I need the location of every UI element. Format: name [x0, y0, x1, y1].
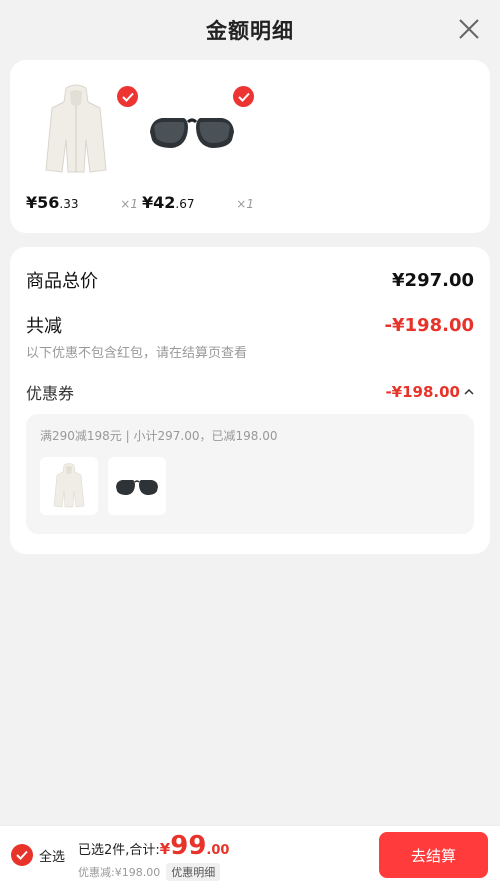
sunglasses-image [142, 80, 254, 180]
discount-amount-text: 优惠减:¥198.00 [78, 866, 161, 879]
select-all-label: 全选 [39, 849, 66, 865]
products-card: ¥56 .33 ×1 ¥42 .67 ×1 [10, 60, 490, 233]
close-icon[interactable] [458, 18, 480, 40]
product-quantity: ×1 [120, 197, 138, 211]
product-item[interactable]: ¥56 .33 ×1 [26, 80, 138, 212]
discount-hint: 以下优惠不包含红包，请在结算页查看 [26, 346, 248, 361]
check-icon[interactable] [233, 86, 254, 107]
coupon-row[interactable]: 优惠券 -¥198.00 [26, 380, 474, 404]
header: 金额明细 [0, 0, 500, 60]
total-amount: 99 [170, 831, 207, 861]
product-price: ¥42 [142, 193, 176, 212]
discount-line: 优惠减:¥198.00 优惠明细 [78, 863, 221, 881]
sunglasses-thumbnail [108, 457, 166, 515]
coupon-value: -¥198.00 [385, 383, 460, 401]
total-amount-decimal: .00 [206, 843, 230, 858]
checkout-bar: 全选 已选2件,合计: ¥ 99 .00 优惠减:¥198.00 优惠明细 去结… [0, 825, 500, 881]
product-price-decimal: .67 [175, 197, 195, 211]
currency-symbol: ¥ [159, 840, 171, 858]
product-price: ¥56 [26, 193, 60, 212]
total-line: 已选2件,合计: ¥ 99 .00 [78, 832, 229, 860]
select-all-toggle[interactable]: 全选 [11, 844, 65, 866]
selected-count-text: 已选2件,合计: [78, 843, 160, 858]
discount-detail-button[interactable]: 优惠明细 [166, 863, 221, 881]
checkout-button[interactable]: 去结算 [379, 832, 488, 878]
product-quantity: ×1 [236, 197, 254, 211]
product-price-decimal: .33 [59, 197, 79, 211]
jacket-thumbnail [40, 457, 98, 515]
product-item[interactable]: ¥42 .67 ×1 [142, 80, 254, 212]
coupon-label: 优惠券 [26, 384, 75, 403]
price-summary-card: 商品总价 ¥297.00 共减 -¥198.00 以下优惠不包含红包，请在结算页… [10, 247, 490, 554]
check-icon[interactable] [117, 86, 138, 107]
discount-label: 共减 [26, 316, 62, 337]
discount-value: -¥198.00 [384, 314, 474, 336]
total-value: ¥297.00 [392, 269, 474, 291]
coupon-detail-box: 满290减198元 | 小计297.00，已减198.00 [26, 414, 474, 534]
total-label: 商品总价 [26, 271, 98, 292]
coupon-detail-text: 满290减198元 | 小计297.00，已减198.00 [40, 429, 278, 443]
chevron-up-icon[interactable] [464, 388, 474, 396]
page-title: 金额明细 [206, 19, 294, 43]
jacket-image [26, 80, 138, 180]
check-icon [11, 844, 33, 866]
